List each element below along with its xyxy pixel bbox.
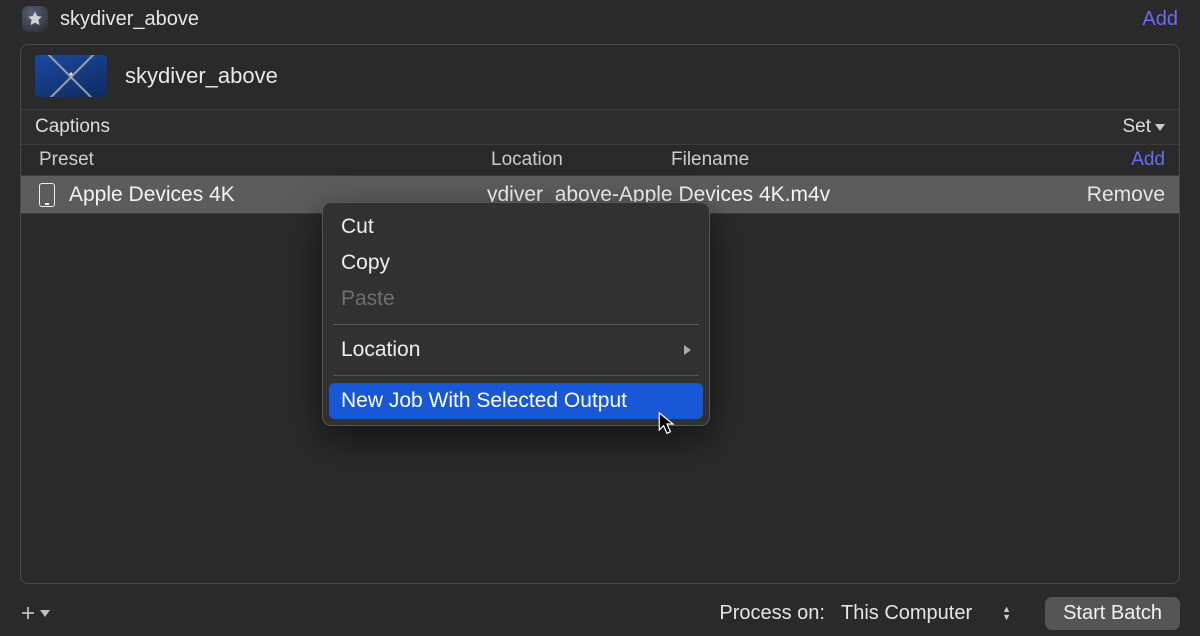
captions-label: Captions bbox=[35, 116, 110, 138]
ctx-new-job-label: New Job With Selected Output bbox=[341, 389, 627, 413]
stepper-icon: ▲▼ bbox=[1002, 605, 1011, 621]
window-title: skydiver_above bbox=[60, 8, 1142, 31]
add-job-link[interactable]: Add bbox=[1142, 8, 1178, 31]
ctx-cut[interactable]: Cut bbox=[329, 209, 703, 245]
footer: Process on: This Computer ▲▼ Start Batch bbox=[0, 590, 1200, 636]
chevron-right-icon bbox=[684, 345, 691, 355]
process-on-value: This Computer bbox=[841, 602, 972, 625]
device-icon bbox=[39, 183, 55, 207]
job-header: skydiver_above bbox=[21, 45, 1179, 109]
menu-separator bbox=[333, 375, 699, 376]
window-header: skydiver_above Add bbox=[0, 0, 1200, 38]
remove-preset-button[interactable]: Remove bbox=[1073, 183, 1165, 207]
job-title: skydiver_above bbox=[125, 63, 278, 89]
ctx-copy[interactable]: Copy bbox=[329, 245, 703, 281]
ctx-new-job[interactable]: New Job With Selected Output bbox=[329, 383, 703, 419]
chevron-down-icon bbox=[40, 610, 50, 617]
col-header-filename: Filename bbox=[671, 149, 1131, 171]
process-on-select[interactable]: This Computer ▲▼ bbox=[837, 599, 1021, 628]
ctx-copy-label: Copy bbox=[341, 251, 390, 275]
ctx-location-label: Location bbox=[341, 338, 420, 362]
app-icon bbox=[22, 6, 48, 32]
ctx-paste: Paste bbox=[329, 281, 703, 317]
add-menu-button[interactable] bbox=[20, 605, 50, 621]
captions-set-dropdown[interactable]: Set bbox=[1122, 116, 1165, 138]
captions-row: Captions Set bbox=[21, 109, 1179, 145]
ctx-cut-label: Cut bbox=[341, 215, 374, 239]
plus-icon bbox=[20, 605, 36, 621]
batch-window: skydiver_above Add skydiver_above Captio… bbox=[0, 0, 1200, 636]
start-batch-button[interactable]: Start Batch bbox=[1045, 597, 1180, 630]
context-menu: Cut Copy Paste Location New Job With Sel… bbox=[322, 202, 710, 426]
col-header-preset: Preset bbox=[39, 149, 491, 171]
menu-separator bbox=[333, 324, 699, 325]
process-on-label: Process on: bbox=[719, 602, 825, 625]
add-preset-link[interactable]: Add bbox=[1131, 149, 1165, 171]
chevron-down-icon bbox=[1155, 124, 1165, 131]
column-headers: Preset Location Filename Add bbox=[21, 145, 1179, 176]
col-header-location: Location bbox=[491, 149, 671, 171]
captions-set-label: Set bbox=[1122, 116, 1151, 138]
ctx-location[interactable]: Location bbox=[329, 332, 703, 368]
ctx-paste-label: Paste bbox=[341, 287, 395, 311]
job-thumbnail bbox=[35, 55, 107, 97]
